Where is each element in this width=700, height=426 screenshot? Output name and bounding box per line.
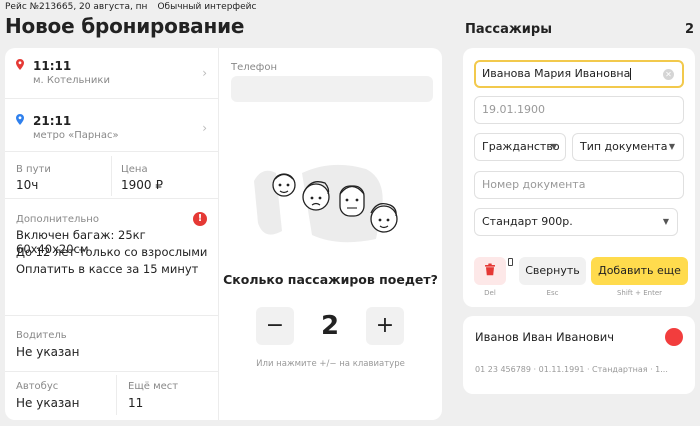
departure-stop[interactable]: 11:11 м. Котельники › bbox=[5, 48, 219, 98]
passengers-illustration bbox=[254, 164, 398, 243]
keyboard-hint: Или нажмите +/− на клавиатуре bbox=[256, 359, 405, 369]
seats-label: Ещё мест bbox=[128, 381, 179, 392]
trip-info: Рейс №213665, 20 августа, пн bbox=[5, 2, 148, 12]
clear-icon[interactable]: ✕ bbox=[663, 69, 674, 80]
driver-value: Не указан bbox=[16, 345, 80, 359]
status-dot-icon bbox=[665, 328, 683, 346]
tariff-select[interactable]: Стандарт 900р. ▼ bbox=[474, 208, 678, 236]
divider bbox=[5, 315, 219, 316]
arrival-stop[interactable]: 21:11 метро «Парнас» › bbox=[5, 103, 219, 153]
seats-value: 11 bbox=[128, 396, 144, 410]
shortcut-hint: Esc bbox=[546, 289, 559, 297]
divider bbox=[5, 98, 219, 99]
passenger-count-value: 2 bbox=[320, 311, 340, 341]
increment-button[interactable]: + bbox=[366, 307, 404, 345]
passenger-info: 01 23 456789 · 01.11.1991 · Стандартная … bbox=[475, 365, 668, 374]
divider bbox=[116, 375, 117, 415]
top-bar: Рейс №213665, 20 августа, пн Обычный инт… bbox=[5, 2, 256, 12]
price-value: 1900 ₽ bbox=[121, 178, 163, 192]
additional-label: Дополнительно bbox=[16, 214, 99, 225]
duration-label: В пути bbox=[16, 164, 51, 175]
passenger-card[interactable]: Иванов Иван Иванович 01 23 456789 · 01.1… bbox=[463, 316, 695, 394]
phone-icon bbox=[508, 258, 513, 266]
bus-value: Не указан bbox=[16, 396, 80, 410]
divider bbox=[5, 198, 219, 199]
phone-label: Телефон bbox=[231, 62, 278, 73]
shortcut-hint: Del bbox=[484, 289, 496, 297]
chevron-right-icon: › bbox=[202, 121, 207, 135]
departure-time: 11:11 bbox=[33, 59, 72, 73]
caret-down-icon: ▼ bbox=[662, 217, 669, 226]
trash-icon bbox=[485, 263, 495, 276]
passenger-name: Иванов Иван Иванович bbox=[475, 330, 615, 344]
map-pin-blue-icon bbox=[16, 114, 24, 125]
passenger-question: Сколько пассажиров поедет? bbox=[223, 272, 438, 287]
citizenship-label: Гражданство bbox=[482, 140, 560, 153]
page-title: Новое бронирование bbox=[5, 14, 245, 38]
collapse-button[interactable]: Свернуть bbox=[519, 257, 586, 285]
chevron-right-icon: › bbox=[202, 66, 207, 80]
shortcut-hint: Shift + Enter bbox=[616, 289, 662, 297]
booking-card: 11:11 м. Котельники › 21:11 метро «Парна… bbox=[5, 48, 442, 420]
additional-line: До 12 лет только со взрослыми bbox=[16, 245, 208, 259]
decrement-button[interactable]: − bbox=[256, 307, 294, 345]
caret-down-icon: ▼ bbox=[550, 142, 557, 151]
full-name-input[interactable]: Иванова Мария Ивановна ✕ bbox=[474, 60, 684, 88]
interface-mode-link[interactable]: Обычный интерфейс bbox=[157, 2, 256, 12]
full-name-value: Иванова Мария Ивановна bbox=[482, 67, 631, 80]
route-details: 11:11 м. Котельники › 21:11 метро «Парна… bbox=[5, 48, 219, 420]
departure-place: м. Котельники bbox=[33, 75, 110, 86]
passengers-title: Пассажиры bbox=[465, 22, 552, 37]
citizenship-select[interactable]: Гражданство ▼ bbox=[474, 133, 566, 161]
arrival-time: 21:11 bbox=[33, 114, 72, 128]
passenger-count-panel: Телефон Сколько пассажиров поедет? − 2 +… bbox=[219, 48, 442, 420]
additional-line: Оплатить в кассе за 15 минут bbox=[16, 262, 199, 276]
warning-icon[interactable]: ! bbox=[193, 212, 207, 226]
document-type-label: Тип документа bbox=[580, 140, 668, 153]
passenger-count-stepper: − 2 + bbox=[256, 307, 406, 345]
arrival-place: метро «Парнас» bbox=[33, 130, 119, 141]
caret-down-icon: ▼ bbox=[668, 142, 675, 151]
document-number-input[interactable]: Номер документа bbox=[474, 171, 684, 199]
add-passenger-button[interactable]: Добавить еще bbox=[591, 257, 688, 285]
passengers-count: 2 bbox=[685, 22, 695, 37]
text-cursor bbox=[630, 68, 632, 80]
birthdate-input[interactable]: 19.01.1900 bbox=[474, 96, 684, 124]
map-pin-red-icon bbox=[16, 59, 24, 70]
divider bbox=[5, 151, 219, 152]
duration-value: 10ч bbox=[16, 178, 39, 192]
divider bbox=[111, 156, 112, 196]
document-type-select[interactable]: Тип документа ▼ bbox=[572, 133, 684, 161]
tariff-label: Стандарт 900р. bbox=[482, 215, 573, 228]
bus-label: Автобус bbox=[16, 381, 59, 392]
price-label: Цена bbox=[121, 164, 148, 175]
delete-passenger-button[interactable] bbox=[474, 257, 506, 285]
phone-input[interactable] bbox=[231, 76, 433, 102]
divider bbox=[5, 371, 219, 372]
driver-label: Водитель bbox=[16, 330, 67, 341]
